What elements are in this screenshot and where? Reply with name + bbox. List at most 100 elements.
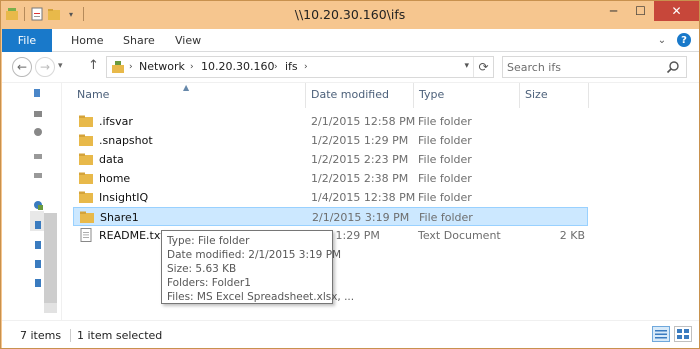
folder-icon: [79, 191, 93, 203]
file-type: File folder: [419, 211, 473, 224]
drive-icon[interactable]: [33, 127, 43, 137]
explorer-window: ▾ \\10.20.30.160\ifs ─ ☐ ✕ File Home Sha…: [0, 0, 700, 349]
content-area: ▲ Name Date modified Type Size .ifsvar 2/…: [2, 82, 699, 321]
file-row[interactable]: Share1 2/1/2015 3:19 PM File folder: [73, 207, 588, 226]
expand-ribbon-icon[interactable]: ⌄: [655, 33, 669, 47]
file-row[interactable]: .ifsvar 2/1/2015 12:58 PM File folder: [73, 112, 588, 131]
large-icons-view-icon: [677, 329, 689, 339]
breadcrumb-separator[interactable]: ›: [190, 62, 194, 72]
tab-view[interactable]: View: [161, 29, 215, 52]
column-header-name[interactable]: Name: [77, 88, 109, 106]
forward-button[interactable]: →: [35, 57, 55, 77]
file-date: 2/1/2015 3:19 PM: [312, 211, 410, 224]
file-name: .snapshot: [99, 134, 153, 147]
file-type: Text Document: [418, 229, 501, 242]
network-location-icon: [112, 61, 124, 73]
column-header-size[interactable]: Size: [525, 88, 548, 106]
column-divider[interactable]: [588, 83, 589, 108]
file-type: File folder: [418, 134, 472, 147]
network-share-icon[interactable]: [33, 220, 43, 230]
column-header-date[interactable]: Date modified: [311, 88, 389, 106]
file-date: 1/2/2015 2:38 PM: [311, 172, 409, 185]
search-input[interactable]: [507, 59, 657, 75]
sort-ascending-icon: ▲: [183, 83, 190, 92]
refresh-button[interactable]: ⟳: [473, 57, 493, 77]
file-name: README.txt: [99, 229, 165, 242]
close-button[interactable]: ✕: [654, 1, 699, 21]
scrollbar-thumb[interactable]: [44, 213, 57, 303]
details-view-icon: [655, 330, 667, 339]
drive-icon[interactable]: [33, 151, 43, 161]
file-name: .ifsvar: [99, 115, 133, 128]
navigation-bar: ← → ▾ ↑ › Network › 10.20.30.160 › ifs ›…: [2, 52, 699, 82]
tooltip-date: Date modified: 2/1/2015 3:19 PM: [167, 249, 342, 261]
file-size: 2 KB: [559, 229, 585, 242]
folder-icon: [79, 153, 93, 165]
breadcrumb-ifs[interactable]: ifs: [285, 60, 298, 73]
column-divider[interactable]: [305, 83, 306, 108]
up-arrow-icon[interactable]: ↑: [88, 58, 99, 73]
ribbon-controls: ⌄ ?: [655, 33, 691, 47]
column-divider[interactable]: [519, 83, 520, 108]
file-name: home: [99, 172, 131, 185]
file-row[interactable]: data 1/2/2015 2:23 PM File folder: [73, 150, 588, 169]
maximize-button[interactable]: ☐: [627, 1, 654, 21]
network-share-icon[interactable]: [33, 240, 43, 250]
file-type: File folder: [418, 191, 472, 204]
item-count: 7 items: [20, 329, 62, 342]
breadcrumb-network[interactable]: Network: [139, 60, 185, 73]
status-divider: [70, 329, 71, 342]
file-row[interactable]: home 1/2/2015 2:38 PM File folder: [73, 169, 588, 188]
back-button[interactable]: ←: [12, 57, 32, 77]
window-controls: ─ ☐ ✕: [600, 1, 699, 21]
file-date: 2/1/2015 12:58 PM: [311, 115, 416, 128]
network-share-icon[interactable]: [33, 278, 43, 288]
tooltip-files: Files: MS Excel Spreadsheet.xlsx, ...: [167, 291, 355, 303]
status-bar: 7 items 1 item selected: [2, 320, 699, 348]
network-share-icon[interactable]: [33, 259, 43, 269]
column-header-type[interactable]: Type: [419, 88, 444, 106]
details-view-button[interactable]: [652, 326, 670, 342]
help-icon[interactable]: ?: [677, 33, 691, 47]
selection-count: 1 item selected: [77, 329, 163, 342]
file-row[interactable]: InsightIQ 1/4/2015 12:38 PM File folder: [73, 188, 588, 207]
file-row[interactable]: .snapshot 1/2/2015 1:29 PM File folder: [73, 131, 588, 150]
tab-file[interactable]: File: [2, 29, 52, 52]
window-title: \\10.20.30.160\ifs: [294, 7, 406, 22]
breadcrumb-separator[interactable]: ›: [274, 62, 278, 72]
minimize-button[interactable]: ─: [600, 1, 627, 21]
navigation-scrollbar[interactable]: [44, 213, 57, 313]
file-date: 1/2/2015 1:29 PM: [311, 134, 409, 147]
file-name: Share1: [100, 211, 139, 224]
folder-icon: [79, 115, 93, 127]
file-name: InsightIQ: [99, 191, 149, 204]
folder-icon: [79, 134, 93, 146]
file-list: ▲ Name Date modified Type Size .ifsvar 2/…: [63, 83, 699, 321]
recent-locations-icon[interactable]: ▾: [58, 61, 63, 71]
file-date: 1/4/2015 12:38 PM: [311, 191, 416, 204]
drive-icon[interactable]: [33, 170, 43, 180]
tab-share[interactable]: Share: [109, 29, 169, 52]
pc-icon[interactable]: [33, 109, 43, 119]
search-icon[interactable]: [666, 60, 680, 74]
address-bar[interactable]: › Network › 10.20.30.160 › ifs › ▾ ⟳: [106, 56, 494, 78]
file-type: File folder: [418, 115, 472, 128]
text-file-icon: [80, 228, 92, 242]
folder-icon: [79, 172, 93, 184]
large-icons-view-button[interactable]: [674, 326, 692, 342]
title-bar: ▾ \\10.20.30.160\ifs ─ ☐ ✕: [1, 1, 699, 29]
column-divider[interactable]: [413, 83, 414, 108]
breadcrumb-host[interactable]: 10.20.30.160: [201, 60, 274, 73]
tooltip-folders: Folders: Folder1: [167, 277, 251, 289]
folder-icon: [80, 211, 94, 223]
tooltip-size: Size: 5.63 KB: [167, 263, 237, 275]
file-date: 1/2/2015 2:23 PM: [311, 153, 409, 166]
breadcrumb-separator[interactable]: ›: [129, 62, 133, 72]
breadcrumb-separator[interactable]: ›: [304, 62, 308, 72]
navigation-pane[interactable]: [2, 83, 62, 321]
network-icon[interactable]: [33, 200, 43, 210]
file-type: File folder: [418, 153, 472, 166]
address-dropdown-icon[interactable]: ▾: [464, 61, 469, 71]
favorites-icon[interactable]: [33, 88, 43, 98]
file-type: File folder: [418, 172, 472, 185]
